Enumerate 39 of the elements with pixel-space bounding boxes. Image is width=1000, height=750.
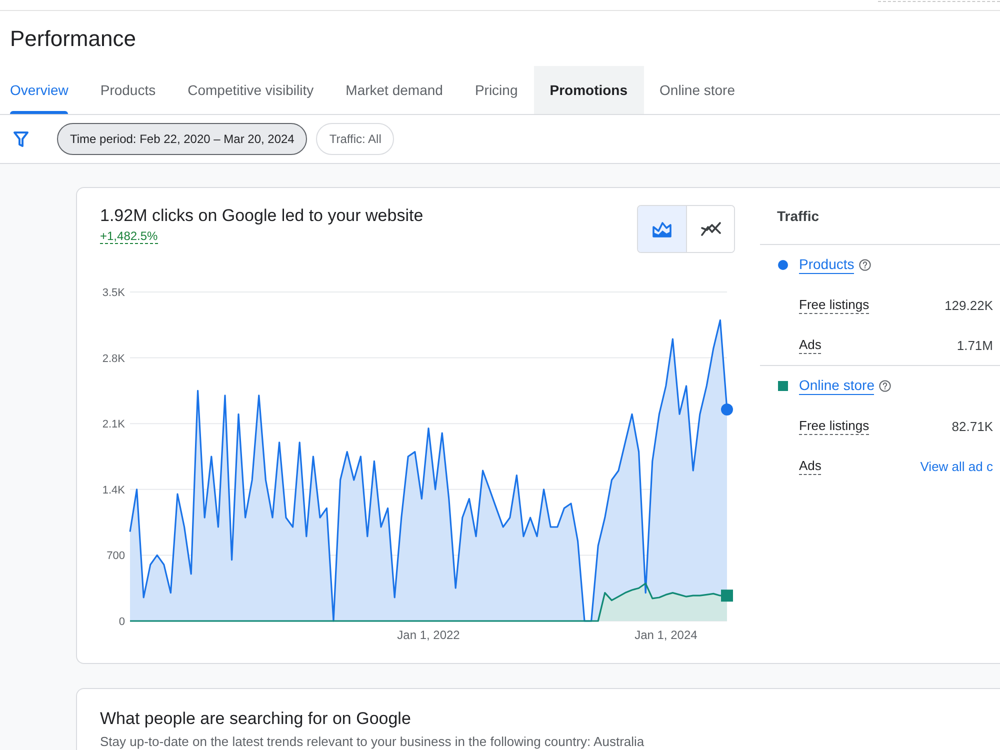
x-axis-label: Jan 1, 2022 <box>397 628 460 642</box>
trends-title: What people are searching for on Google <box>100 708 411 730</box>
traffic-heading: Traffic <box>777 208 820 224</box>
trends-description: Stay up-to-date on the latest trends relevant to your business in the following country: Australia <box>100 733 644 750</box>
nav-tab[interactable]: Competitive visibility <box>172 66 330 114</box>
series-link[interactable]: Online store <box>799 377 874 395</box>
metric-value: 82.71K <box>952 418 993 434</box>
y-axis-label: 3.5K <box>102 287 125 299</box>
metric-value: 129.22K <box>944 298 993 312</box>
view-all-link[interactable]: View all ad c <box>920 458 993 474</box>
y-axis-label: 2.8K <box>102 352 125 365</box>
x-axis-label: Jan 1, 2024 <box>634 628 698 642</box>
card-title: 1.92M clicks on Google led to your website <box>100 205 424 227</box>
help-icon[interactable] <box>879 380 892 392</box>
filter-chip[interactable]: Traffic: All <box>316 123 394 155</box>
metric-value: 1.71M <box>956 338 993 352</box>
nav-tab[interactable]: Market demand <box>330 66 459 114</box>
series-link[interactable]: Products <box>799 256 854 274</box>
chart-view-button[interactable] <box>686 206 734 252</box>
nav-tab[interactable]: Online store <box>644 66 751 114</box>
metric-label[interactable]: Ads <box>799 336 822 354</box>
filter-icon[interactable] <box>13 130 29 148</box>
filter-chip[interactable]: Time period: Feb 22, 2020 – Mar 20, 2024 <box>57 123 308 155</box>
nav-tab[interactable]: Products <box>84 66 172 114</box>
metric-label[interactable]: Free listings <box>799 418 870 434</box>
page-title: Performance <box>10 24 136 52</box>
y-axis-label: 700 <box>106 550 125 562</box>
y-axis-label: 2.1K <box>102 418 125 431</box>
metric-label[interactable]: Free listings <box>799 296 870 314</box>
nav-tab[interactable]: Promotions <box>534 66 644 114</box>
help-icon[interactable] <box>859 259 872 271</box>
line-chart-icon <box>700 222 720 236</box>
change-percentage: +1,482.5% <box>100 229 158 244</box>
y-axis-label: 0 <box>118 616 125 628</box>
y-axis-label: 1.4K <box>102 484 125 496</box>
metric-label[interactable]: Ads <box>799 458 822 474</box>
nav-tab[interactable]: Pricing <box>458 66 534 114</box>
area-chart-icon <box>652 220 672 238</box>
nav-tab[interactable]: Overview <box>0 66 84 114</box>
